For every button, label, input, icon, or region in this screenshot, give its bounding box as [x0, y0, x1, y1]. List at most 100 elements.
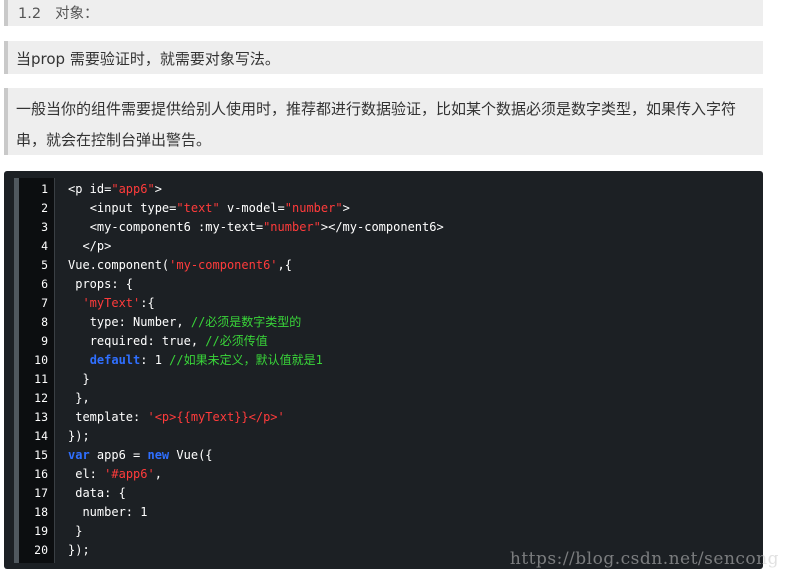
code-token: v-model= — [219, 201, 285, 215]
code-line: 6 props: { — [4, 275, 763, 294]
code-text: } — [68, 370, 90, 389]
code-text: <my-component6 :my-text="number"></my-co… — [68, 218, 444, 237]
code-line: 18 number: 1 — [4, 503, 763, 522]
code-token: :{ — [140, 296, 155, 310]
code-block: 1 <p id="app6"> 2 <input type="text" v-mod… — [4, 171, 763, 569]
code-token: "number" — [263, 220, 321, 234]
code-token: }); — [68, 543, 90, 557]
code-token: 'myText' — [82, 296, 141, 310]
code-token: ></my-component6> — [320, 220, 444, 234]
code-line: 8 type: Number, //必须是数字类型的 — [4, 313, 763, 332]
line-number: 2 — [41, 201, 48, 215]
line-number: 3 — [41, 220, 48, 234]
code-line: 10 default: 1 //如果未定义，默认值就是1 — [4, 351, 763, 370]
code-token: }, — [75, 391, 90, 405]
code-text: default: 1 //如果未定义，默认值就是1 — [68, 351, 323, 370]
code-text: data: { — [68, 484, 126, 503]
code-line: 3 <my-component6 :my-text="number"></my-… — [4, 218, 763, 237]
code-token: var — [68, 448, 90, 462]
code-text: el: '#app6', — [68, 465, 162, 484]
line-number: 17 — [34, 486, 48, 500]
code-token: <input type= — [89, 201, 177, 215]
code-token: //必须是数字类型的 — [190, 315, 302, 329]
code-token: data: { — [75, 486, 126, 500]
line-number: 10 — [34, 353, 48, 367]
code-token: <my-component6 :my-text= — [89, 220, 264, 234]
line-number: 5 — [41, 258, 48, 272]
code-token: <p id= — [68, 182, 112, 196]
code-text: }, — [68, 389, 90, 408]
code-line: 7 'myText':{ — [4, 294, 763, 313]
code-text: <input type="text" v-model="number"> — [68, 199, 350, 218]
code-text: } — [68, 522, 82, 541]
code-text: <p id="app6"> — [68, 180, 162, 199]
code-line: 4 </p> — [4, 237, 763, 256]
line-number: 9 — [41, 334, 48, 348]
code-line: 19 } — [4, 522, 763, 541]
paragraph-validation-advice: 一般当你的组件需要提供给别人使用时，推荐都进行数据验证，比如某个数据必须是数字类… — [4, 88, 763, 155]
code-token: el: — [75, 467, 105, 481]
code-lines: 1 <p id="app6"> 2 <input type="text" v-mod… — [4, 180, 763, 560]
code-token: ,{ — [277, 258, 292, 272]
code-line: 11 } — [4, 370, 763, 389]
line-number: 16 — [34, 467, 48, 481]
code-token: type: Number, — [89, 315, 191, 329]
line-number: 12 — [34, 391, 48, 405]
code-line: 17 data: { — [4, 484, 763, 503]
line-number: 8 — [41, 315, 48, 329]
paragraph-prop-validation: 当prop 需要验证时，就需要对象写法。 — [4, 41, 763, 74]
code-token: app6 = — [89, 448, 148, 462]
code-token: '<p>{{myText}}</p>' — [147, 410, 285, 424]
code-text: </p> — [68, 237, 111, 256]
code-token: props: { — [75, 277, 134, 291]
line-number: 18 — [34, 505, 48, 519]
code-token: 'my-component6' — [169, 258, 278, 272]
line-number: 1 — [41, 182, 48, 196]
code-line: 9 required: true, //必须传值 — [4, 332, 763, 351]
code-line: 12 }, — [4, 389, 763, 408]
section-heading: 1.2 对象： — [4, 0, 763, 26]
code-line: 13 template: '<p>{{myText}}</p>' — [4, 408, 763, 427]
code-token: "number" — [284, 201, 343, 215]
code-line: 16 el: '#app6', — [4, 465, 763, 484]
line-number: 19 — [34, 524, 48, 538]
code-token: new — [147, 448, 170, 462]
code-token: } — [82, 372, 90, 386]
line-number: 11 — [34, 372, 48, 386]
code-token: : 1 — [140, 353, 170, 367]
code-token: //如果未定义，默认值就是1 — [169, 353, 323, 367]
line-number: 13 — [34, 410, 48, 424]
line-number: 20 — [34, 543, 48, 557]
code-text: number: 1 — [68, 503, 147, 522]
code-text: var app6 = new Vue({ — [68, 446, 213, 465]
code-text: required: true, //必须传值 — [68, 332, 268, 351]
code-text: template: '<p>{{myText}}</p>' — [68, 408, 285, 427]
code-token: '#app6' — [104, 467, 155, 481]
line-number: 4 — [41, 239, 48, 253]
code-token: > — [154, 182, 162, 196]
code-token: Vue({ — [169, 448, 213, 462]
code-text: props: { — [68, 275, 133, 294]
code-line: 15 var app6 = new Vue({ — [4, 446, 763, 465]
code-token: template: — [75, 410, 148, 424]
code-token: Vue.component( — [68, 258, 170, 272]
section-number: 1.2 — [18, 6, 42, 22]
code-text: }); — [68, 427, 90, 446]
section-title: 对象： — [55, 6, 99, 22]
line-number: 14 — [34, 429, 48, 443]
code-text: }); — [68, 541, 90, 560]
article-page: 1.2 对象： 当prop 需要验证时，就需要对象写法。 一般当你的组件需要提供给… — [0, 0, 791, 581]
code-token: , — [154, 467, 162, 481]
code-token: </p> — [82, 239, 112, 253]
code-token: > — [342, 201, 350, 215]
code-line: 2 <input type="text" v-model="number"> — [4, 199, 763, 218]
code-token: "text" — [176, 201, 220, 215]
code-token: } — [75, 524, 83, 538]
code-token: default — [89, 353, 141, 367]
watermark: https://blog.csdn.net/sencong — [509, 549, 779, 569]
code-line: 1 <p id="app6"> — [4, 180, 763, 199]
code-text: Vue.component('my-component6',{ — [68, 256, 292, 275]
line-number: 6 — [41, 277, 48, 291]
line-number: 15 — [34, 448, 48, 462]
code-token: "app6" — [111, 182, 155, 196]
